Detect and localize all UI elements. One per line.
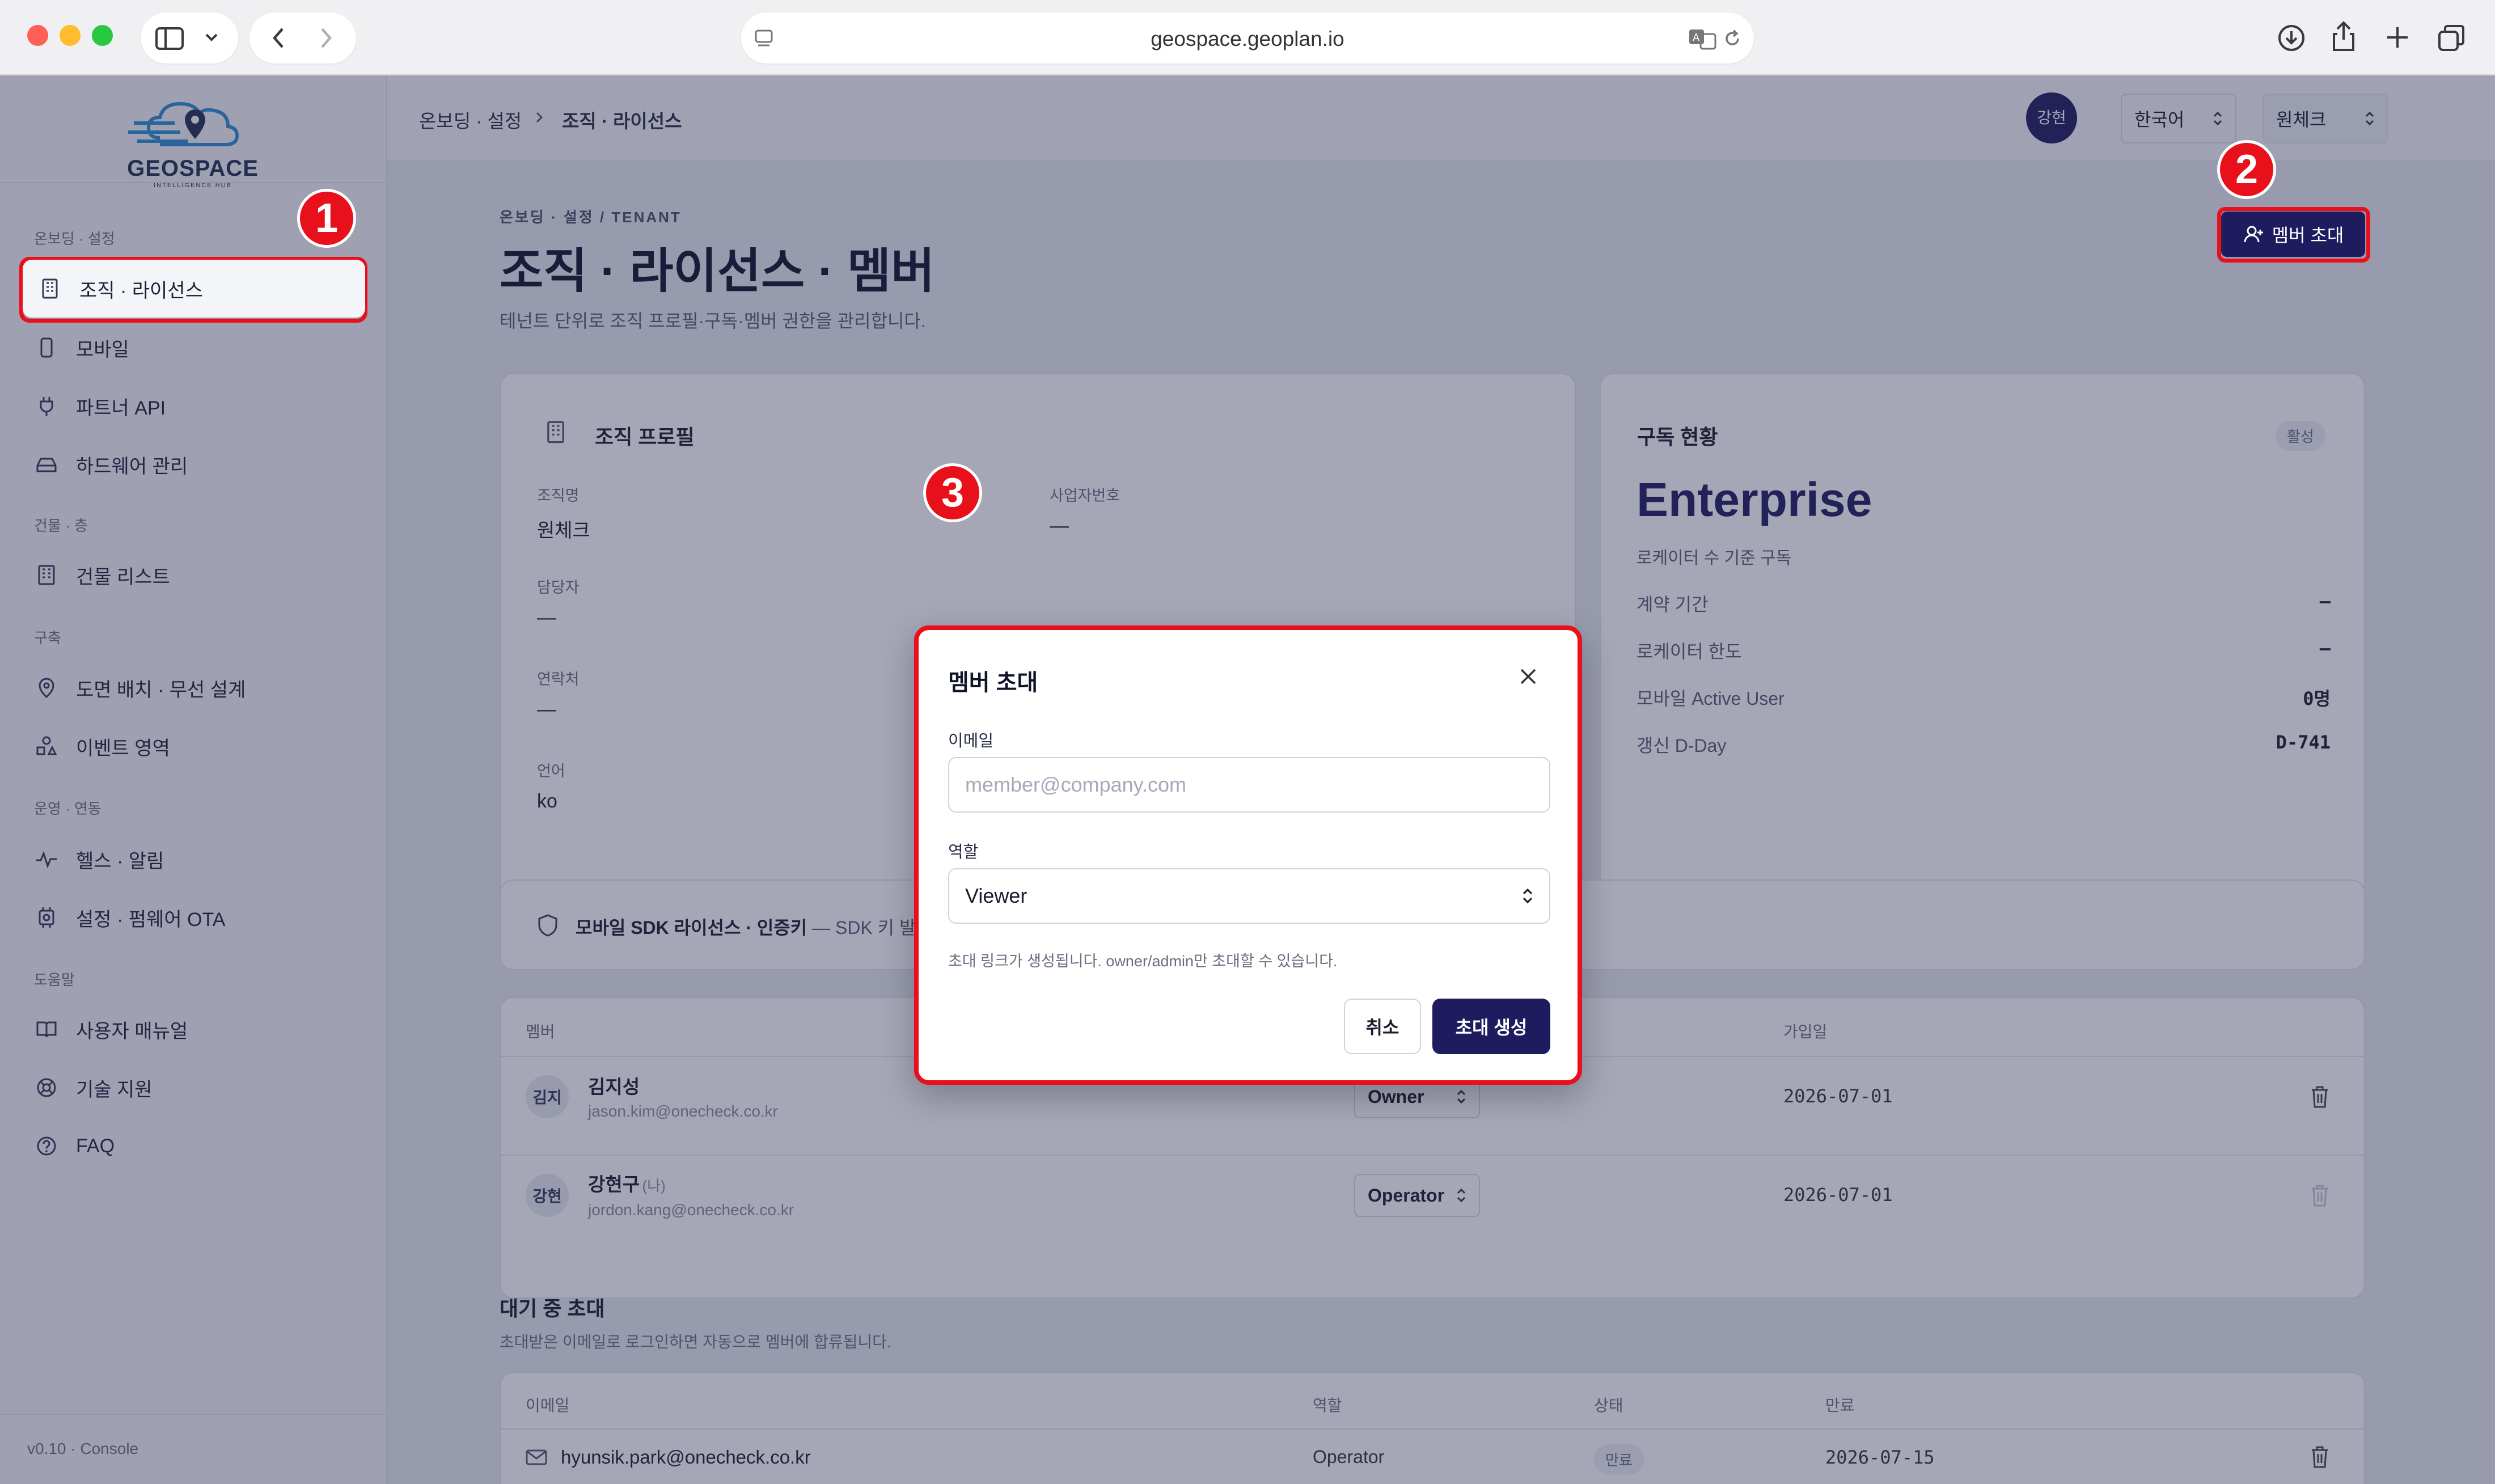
create-invite-button[interactable]: 초대 생성 <box>1432 999 1550 1054</box>
tab-overview-icon[interactable] <box>2437 24 2466 52</box>
zoom-window-button[interactable] <box>92 25 113 46</box>
annotation-number-1: 1 <box>297 189 356 248</box>
invite-member-modal: 멤버 초대 이메일 역할 Viewer 초대 링크가 생성됩니다. owner/… <box>914 625 1582 1085</box>
modal-help-text: 초대 링크가 생성됩니다. owner/admin만 초대할 수 있습니다. <box>948 953 1338 970</box>
minimize-window-button[interactable] <box>60 25 81 46</box>
sidebar-toggle-button[interactable] <box>141 12 238 64</box>
annotation-number-2: 2 <box>2217 140 2276 199</box>
app: GEOSPACE INTELLIGENCE HUB 온보딩 · 설정 조직 · … <box>0 75 2495 1484</box>
close-icon[interactable] <box>1514 664 1542 692</box>
role-select[interactable]: Viewer <box>948 868 1550 924</box>
sidebar-icon <box>155 27 184 50</box>
user-plus-icon <box>2244 226 2263 243</box>
download-icon[interactable] <box>2277 24 2306 52</box>
select-arrows-icon <box>1523 888 1533 904</box>
sidebar-item-label: 조직 · 라이선스 <box>79 280 203 302</box>
svg-text:A: A <box>1693 32 1700 44</box>
chevron-down-icon <box>205 33 218 41</box>
forward-icon[interactable] <box>318 27 335 49</box>
cancel-button[interactable]: 취소 <box>1344 999 1421 1054</box>
email-label: 이메일 <box>948 732 994 750</box>
url-text: geospace.geoplan.io <box>1151 27 1344 50</box>
new-tab-icon[interactable] <box>2385 25 2410 50</box>
building-icon <box>37 276 62 301</box>
email-input[interactable] <box>948 757 1550 813</box>
close-window-button[interactable] <box>27 25 48 46</box>
address-bar[interactable]: geospace.geoplan.io A <box>741 12 1754 64</box>
invite-member-label: 멤버 초대 <box>2272 225 2344 246</box>
browser-titlebar: geospace.geoplan.io A <box>0 0 2495 75</box>
translate-icon[interactable]: A <box>1688 27 1716 50</box>
modal-title: 멤버 초대 <box>948 670 1038 695</box>
nav-buttons <box>250 12 356 64</box>
invite-member-button-highlight[interactable]: 멤버 초대 <box>2223 212 2365 257</box>
reload-icon[interactable] <box>1722 28 1743 49</box>
sidebar-item-org-license-highlight[interactable]: 조직 · 라이선스 <box>23 260 365 318</box>
back-icon[interactable] <box>270 27 287 49</box>
share-icon[interactable] <box>2331 20 2357 52</box>
role-label: 역할 <box>948 843 979 861</box>
annotation-number-3: 3 <box>923 463 982 522</box>
role-select-value: Viewer <box>965 884 1027 907</box>
